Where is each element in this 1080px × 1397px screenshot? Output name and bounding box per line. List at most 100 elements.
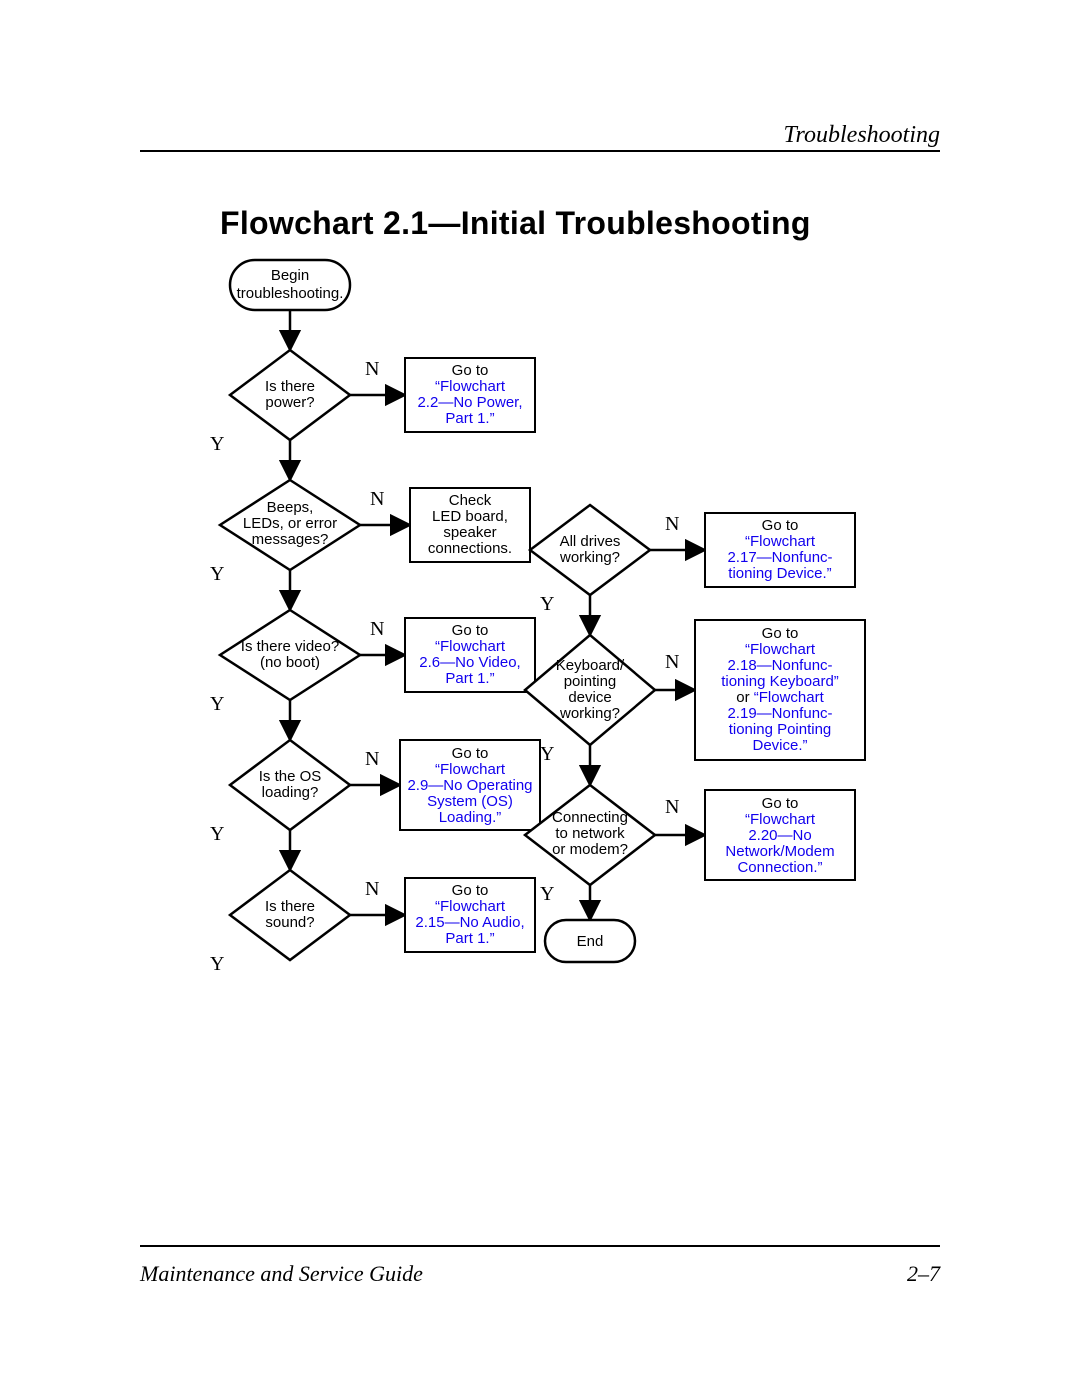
svg-text:2.9—No Operating: 2.9—No Operating [407,777,532,794]
svg-text:Part 1.”: Part 1.” [445,410,494,427]
svg-text:System (OS): System (OS) [427,793,513,810]
svg-text:Connecting: Connecting [552,809,628,826]
svg-text:Go to: Go to [452,882,489,899]
svg-text:Go to: Go to [452,362,489,379]
footer-left: Maintenance and Service Guide [140,1261,423,1287]
svg-text:N: N [665,796,679,818]
page: Troubleshooting Flowchart 2.1—Initial Tr… [140,150,940,1247]
svg-text:Y: Y [540,743,554,765]
svg-text:2.17—Nonfunc-: 2.17—Nonfunc- [727,549,832,566]
svg-text:troubleshooting.: troubleshooting. [237,285,344,302]
svg-text:All drives: All drives [560,533,621,550]
svg-text:speaker: speaker [443,524,496,541]
svg-text:“Flowchart: “Flowchart [745,533,816,550]
svg-text:device: device [568,689,611,706]
svg-text:working?: working? [559,549,620,566]
svg-text:Y: Y [540,593,554,615]
label-no: N [365,358,379,380]
svg-text:Part 1.”: Part 1.” [445,670,494,687]
svg-text:to network: to network [555,825,625,842]
flowchart: Begin troubleshooting. Is there power? N… [210,260,870,1100]
footer-page-number: 2–7 [907,1261,940,1287]
svg-text:2.19—Nonfunc-: 2.19—Nonfunc- [727,705,832,722]
svg-text:Begin: Begin [271,267,309,284]
svg-text:N: N [370,488,384,510]
svg-text:loading?: loading? [262,784,319,801]
node-power-decision: Is there power? [230,350,350,440]
svg-text:Y: Y [210,823,224,845]
node-end: End [545,920,635,962]
node-os-decision: Is the OS loading? [230,740,350,830]
page-title: Flowchart 2.1—Initial Troubleshooting [220,205,811,242]
svg-text:Go to: Go to [762,517,799,534]
svg-text:messages?: messages? [252,531,329,548]
svg-text:Y: Y [210,693,224,715]
svg-text:N: N [665,651,679,673]
svg-text:tioning Device.”: tioning Device.” [728,565,831,582]
node-goto-no-audio[interactable]: Go to “Flowchart 2.15—No Audio, Part 1.” [405,878,535,952]
node-sound-decision: Is there sound? [230,870,350,960]
svg-text:working?: working? [559,705,620,722]
node-goto-no-network[interactable]: Go to “Flowchart 2.20—No Network/Modem C… [705,790,855,880]
node-check-led: Check LED board, speaker connections. [410,488,530,562]
node-begin: Begin troubleshooting. [230,260,350,310]
svg-text:“Flowchart: “Flowchart [745,811,816,828]
node-goto-nonfunc-keyboard[interactable]: Go to “Flowchart 2.18—Nonfunc- tioning K… [695,620,865,760]
svg-text:“Flowchart: “Flowchart [435,898,506,915]
svg-text:Y: Y [210,563,224,585]
node-goto-no-power[interactable]: Go to “Flowchart 2.2—No Power, Part 1.” [405,358,535,432]
svg-text:Part 1.”: Part 1.” [445,930,494,947]
node-keyboard-decision: Keyboard/ pointing device working? [525,635,655,745]
svg-text:“Flowchart: “Flowchart [435,638,506,655]
svg-text:N: N [365,748,379,770]
svg-text:2.20—No: 2.20—No [748,827,811,844]
svg-text:tioning Keyboard”: tioning Keyboard” [721,673,839,690]
node-video-decision: Is there video? (no boot) [220,610,360,700]
svg-text:or modem?: or modem? [552,841,628,858]
svg-text:Is there: Is there [265,898,315,915]
svg-text:power?: power? [265,394,314,411]
svg-text:2.2—No Power,: 2.2—No Power, [417,394,522,411]
svg-text:sound?: sound? [265,914,314,931]
svg-text:Keyboard/: Keyboard/ [556,657,625,674]
svg-text:“Flowchart: “Flowchart [435,378,506,395]
svg-text:Network/Modem: Network/Modem [725,843,834,860]
node-beeps-decision: Beeps, LEDs, or error messages? [220,480,360,570]
header-rule [140,150,940,152]
svg-text:Go to: Go to [762,625,799,642]
node-goto-nonfunc-device[interactable]: Go to “Flowchart 2.17—Nonfunc- tioning D… [705,513,855,587]
svg-text:Go to: Go to [452,745,489,762]
svg-text:N: N [665,513,679,535]
node-network-decision: Connecting to network or modem? [525,785,655,885]
svg-text:2.6—No Video,: 2.6—No Video, [419,654,520,671]
svg-text:or “Flowchart: or “Flowchart [736,689,824,706]
node-goto-no-video[interactable]: Go to “Flowchart 2.6—No Video, Part 1.” [405,618,535,692]
label-yes: Y [210,433,224,455]
svg-text:Go to: Go to [762,795,799,812]
svg-text:Is the OS: Is the OS [259,768,322,785]
footer-rule [140,1245,940,1247]
node-goto-no-os[interactable]: Go to “Flowchart 2.9—No Operating System… [400,740,540,830]
svg-text:N: N [370,618,384,640]
svg-text:Is there video?: Is there video? [241,638,339,655]
svg-text:2.15—No Audio,: 2.15—No Audio, [415,914,524,931]
svg-text:“Flowchart: “Flowchart [435,761,506,778]
svg-text:Y: Y [540,883,554,905]
svg-text:Y: Y [210,953,224,975]
svg-text:“Flowchart: “Flowchart [745,641,816,658]
svg-text:pointing: pointing [564,673,617,690]
svg-text:Device.”: Device.” [752,737,807,754]
header-section-label: Troubleshooting [784,122,940,149]
svg-text:Loading.”: Loading.” [439,809,502,826]
svg-text:Beeps,: Beeps, [267,499,314,516]
svg-text:LEDs, or error: LEDs, or error [243,515,337,532]
svg-text:Go to: Go to [452,622,489,639]
svg-text:tioning Pointing: tioning Pointing [729,721,832,738]
svg-text:Is there: Is there [265,378,315,395]
node-drives-decision: All drives working? [530,505,650,595]
svg-text:2.18—Nonfunc-: 2.18—Nonfunc- [727,657,832,674]
svg-text:connections.: connections. [428,540,512,557]
svg-text:N: N [365,878,379,900]
svg-text:Connection.”: Connection.” [737,859,822,876]
svg-text:(no boot): (no boot) [260,654,320,671]
